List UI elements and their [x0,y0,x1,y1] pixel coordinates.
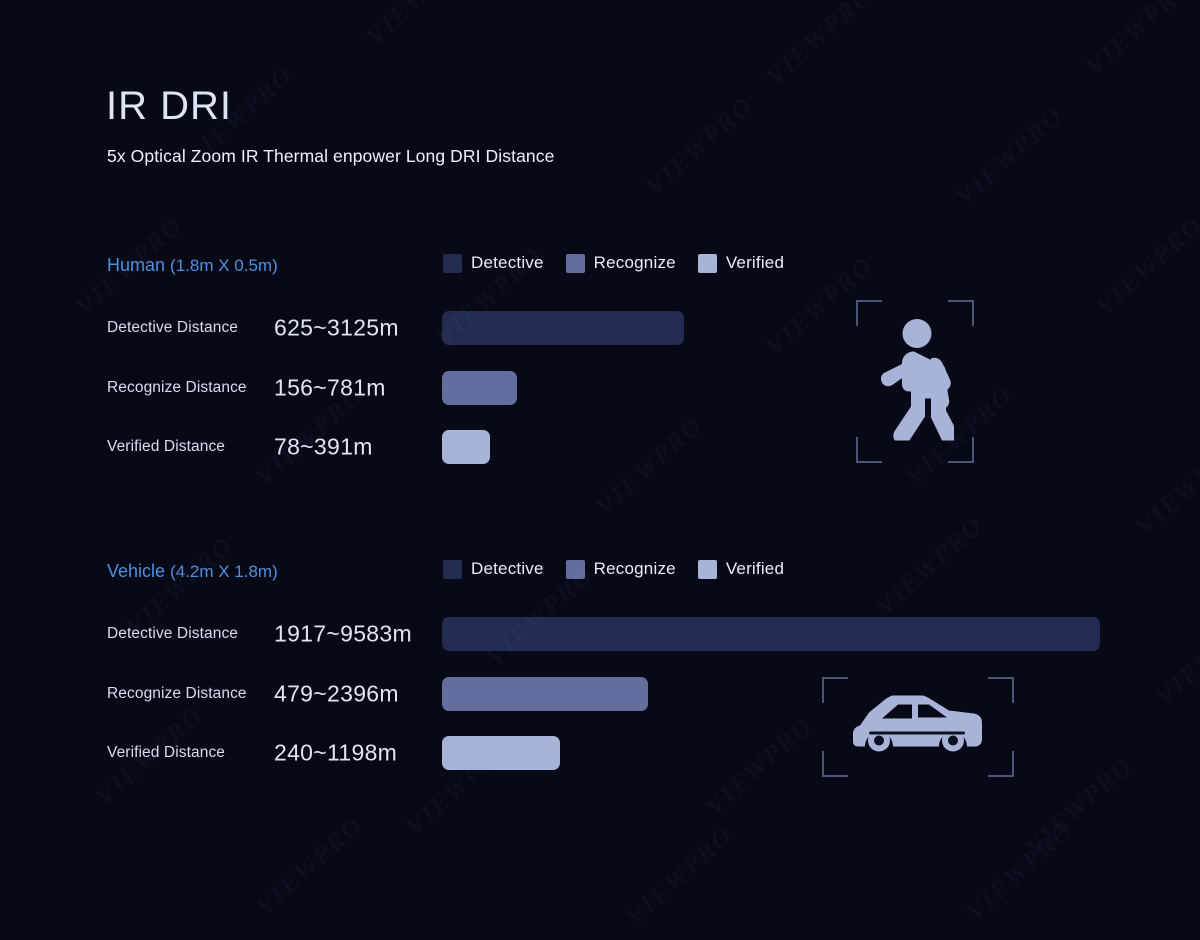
legend-swatch-verified-icon [697,559,717,579]
watermark-text: VIEWPRO [960,815,1080,927]
legend-swatch-detective-icon [443,559,462,579]
row-label-recognize-vehicle: Recognize Distance [107,685,247,702]
section-title-vehicle-dimensions: (4.2m X 1.8m) [170,562,278,581]
page-title: IR DRI [106,84,232,128]
legend-label-recognize: Recognize [593,559,676,578]
watermark-text: VIEWPRO [1090,210,1200,322]
watermark-text: VIEWPRO [640,90,760,202]
watermark-layer: VIEWPROVIEWPROVIEWPROVIEWPROVIEWPROVIEWP… [0,0,1200,940]
legend-label-detective: Detective [471,253,544,272]
legend-label-verified: Verified [725,253,785,272]
row-label-detective-human: Detective Distance [107,319,239,336]
row-value-detective-vehicle: 1917~9583m [274,620,412,647]
legend-human: Detective Recognize Verified [443,253,806,273]
legend-label-detective: Detective [471,559,544,578]
row-value-verified-human: 78~391m [274,433,373,460]
legend-swatch-recognize-icon [565,559,585,579]
car-icon [851,694,985,759]
section-title-vehicle: Vehicle (4.2m X 1.8m) [107,561,278,582]
legend-swatch-verified-icon [697,253,717,273]
bar-verified-human [442,430,490,464]
watermark-text: VIEWPRO [1150,600,1200,712]
frame-corner-bottom-right-icon [988,751,1014,777]
row-value-recognize-vehicle: 479~2396m [274,680,399,707]
watermark-text: VIEWPRO [870,510,990,622]
legend-item-recognize-vehicle: Recognize [565,559,676,579]
watermark-text: VIEWPRO [700,710,820,822]
frame-corner-top-left-icon [822,677,848,703]
watermark-text: VIEWPRO [1080,0,1200,82]
page-subtitle: 5x Optical Zoom IR Thermal enpower Long … [107,146,555,166]
legend-swatch-recognize-icon [565,253,585,273]
watermark-text: VIEWPRO [760,0,880,92]
watermark-text: VIEWPRO [590,410,710,522]
legend-label-verified: Verified [725,559,785,578]
watermark-text: VIEWPRO [1020,750,1140,862]
watermark-text: VIEWPRO [950,100,1070,212]
bar-detective-human [442,311,684,345]
section-title-vehicle-name: Vehicle [107,561,166,581]
bar-recognize-human [442,371,517,405]
watermark-text: VIEWPRO [620,820,740,932]
section-title-human-name: Human [107,255,166,275]
row-label-verified-human: Verified Distance [107,438,226,455]
row-label-recognize-human: Recognize Distance [107,379,247,396]
frame-corner-top-right-icon [988,677,1014,703]
legend-swatch-detective-icon [443,253,462,273]
frame-corner-bottom-left-icon [822,751,848,777]
legend-item-detective-human: Detective [443,253,544,273]
legend-item-detective-vehicle: Detective [443,559,544,579]
section-title-human: Human (1.8m X 0.5m) [107,255,278,276]
legend-item-verified-human: Verified [697,253,785,273]
legend-vehicle: Detective Recognize Verified [443,559,806,579]
row-value-recognize-human: 156~781m [274,374,386,401]
icon-frame-human [856,300,974,463]
legend-item-verified-vehicle: Verified [697,559,785,579]
watermark-text: VIEWPRO [1130,430,1200,542]
row-value-verified-vehicle: 240~1198m [274,739,398,766]
legend-item-recognize-human: Recognize [565,253,676,273]
bar-recognize-vehicle [442,677,648,711]
row-label-detective-vehicle: Detective Distance [107,625,239,642]
section-title-human-dimensions: (1.8m X 0.5m) [170,256,278,275]
bar-verified-vehicle [442,736,560,770]
icon-frame-vehicle [822,677,1014,777]
row-label-verified-vehicle: Verified Distance [107,744,226,761]
walking-person-icon [876,318,960,447]
legend-label-recognize: Recognize [593,253,676,272]
bar-detective-vehicle [442,617,1100,651]
watermark-text: VIEWPRO [360,0,480,52]
watermark-text: VIEWPRO [250,810,370,922]
row-value-detective-human: 625~3125m [274,314,399,341]
